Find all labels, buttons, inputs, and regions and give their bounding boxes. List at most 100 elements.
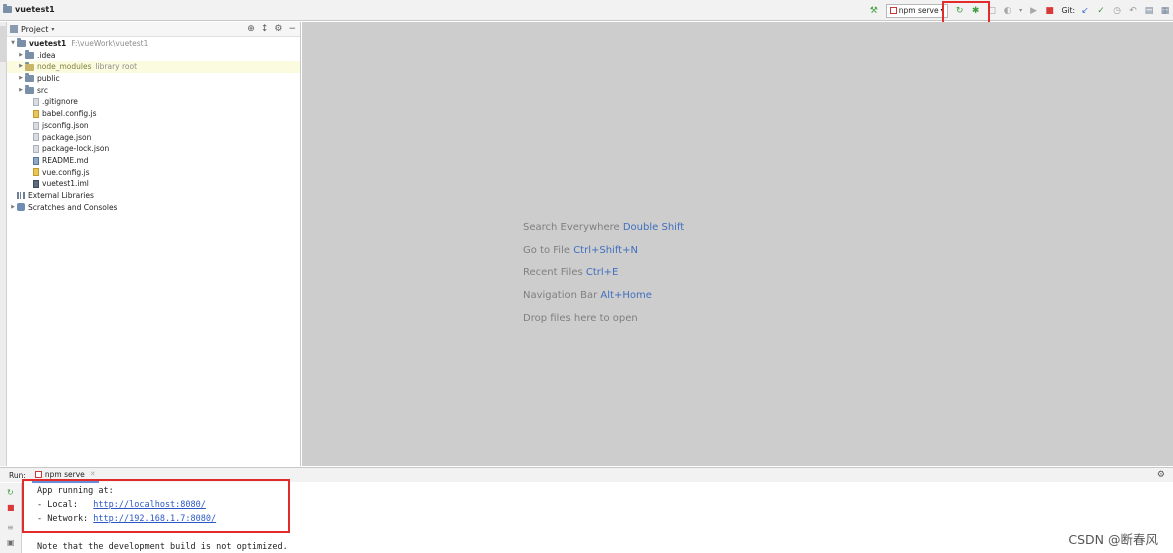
tree-item-package-lock[interactable]: package-lock.json: [7, 143, 300, 155]
network-label: - Network:: [37, 514, 94, 524]
hint-shortcut: Alt+Home: [600, 290, 652, 301]
local-url-link[interactable]: http://localhost:8080/: [93, 500, 206, 510]
coverage-icon[interactable]: ◐: [1001, 4, 1015, 18]
collapse-all-icon[interactable]: ↕: [261, 24, 269, 34]
hint-text: Navigation Bar: [523, 290, 598, 301]
library-root-note: library root: [95, 62, 138, 72]
trash-icon[interactable]: ▣: [7, 538, 15, 548]
project-panel: Project ▾ ⊕ ↕ ⚙ − ▼ vuetest1 F:\vueWork\…: [7, 22, 301, 466]
run-configuration-select[interactable]: npm serve ▾: [885, 3, 948, 18]
git-history-icon[interactable]: ◷: [1110, 4, 1124, 18]
more-run-options-icon[interactable]: ▾: [1017, 4, 1025, 18]
tree-item-iml[interactable]: vuetest1.iml: [7, 178, 300, 190]
tree-item-babel-config[interactable]: babel.config.js: [7, 108, 300, 120]
gear-icon[interactable]: ⚙: [1157, 470, 1165, 480]
tree-root-name: vuetest1: [29, 39, 67, 48]
hint-navigation-bar: Navigation Bar Alt+Home: [523, 290, 652, 301]
hint-text: Search Everywhere: [523, 222, 620, 233]
folder-icon: [25, 73, 34, 83]
hide-minus-icon[interactable]: −: [288, 24, 296, 34]
folder-icon: [25, 85, 34, 95]
close-icon[interactable]: ✕: [90, 470, 96, 478]
tree-item-scratches[interactable]: ▶ Scratches and Consoles: [7, 202, 300, 214]
locate-target-icon[interactable]: ⊕: [247, 24, 255, 34]
tree-item-label: README.md: [42, 155, 89, 165]
tree-item-vue-config[interactable]: vue.config.js: [7, 167, 300, 179]
tree-item-jsconfig[interactable]: jsconfig.json: [7, 120, 300, 132]
hint-shortcut: Ctrl+Shift+N: [573, 245, 638, 256]
tree-item-label: Scratches and Consoles: [28, 202, 118, 212]
tree-item-label: External Libraries: [28, 190, 94, 200]
hint-search-everywhere: Search Everywhere Double Shift: [523, 222, 684, 233]
chevron-right-icon[interactable]: ▶: [17, 85, 25, 97]
tree-item-external-libraries[interactable]: External Libraries: [7, 190, 300, 202]
library-icon: [17, 192, 25, 200]
stop-red-icon[interactable]: ■: [7, 503, 15, 513]
breadcrumb[interactable]: vuetest1: [3, 4, 55, 14]
run-side-toolbar: ↻ ■ ≡ ▣: [0, 483, 22, 553]
tree-item-package-json[interactable]: package.json: [7, 132, 300, 144]
git-commit-check-icon[interactable]: ✓: [1094, 4, 1108, 18]
chevron-right-icon[interactable]: ▶: [17, 50, 25, 62]
chevron-down-icon: ▾: [51, 25, 55, 33]
hint-text: Recent Files: [523, 267, 583, 278]
tree-item-label: package-lock.json: [42, 144, 110, 154]
tree-item-idea[interactable]: ▶ .idea: [7, 50, 300, 62]
folder-icon: [17, 38, 26, 48]
tree-item-src[interactable]: ▶ src: [7, 85, 300, 97]
hint-text: Drop files here to open: [523, 313, 638, 324]
markdown-file-icon: [33, 156, 39, 165]
debug-bug-icon[interactable]: ✱: [969, 4, 983, 18]
run-tool-header: Run: npm serve ✕ ⚙: [0, 467, 1173, 483]
project-tree: ▼ vuetest1 F:\vueWork\vuetest1 ▶ .idea ▶…: [7, 38, 300, 213]
module-file-icon: [33, 180, 39, 189]
project-folder-icon: [3, 4, 12, 13]
tree-item-label: src: [37, 85, 48, 95]
folder-icon: [25, 50, 34, 60]
project-structure-icon[interactable]: ▤: [1142, 4, 1156, 18]
npm-icon: [34, 470, 42, 478]
tree-item-node-modules[interactable]: ▶ node_modules library root: [7, 61, 300, 74]
tab-npm-serve[interactable]: npm serve ✕: [31, 468, 99, 483]
tree-item-label: .gitignore: [42, 97, 78, 107]
tree-item-label: babel.config.js: [42, 109, 97, 119]
hint-shortcut: Double Shift: [622, 222, 685, 233]
npm-icon: [889, 7, 897, 14]
git-update-icon[interactable]: ↙: [1078, 4, 1092, 18]
watermark: CSDN @断春风: [1068, 532, 1158, 547]
tree-item-root[interactable]: ▼ vuetest1 F:\vueWork\vuetest1: [7, 38, 300, 50]
stop-icon[interactable]: □: [985, 4, 999, 18]
tree-item-gitignore[interactable]: .gitignore: [7, 96, 300, 108]
network-url-link[interactable]: http://192.168.1.7:8080/: [93, 514, 216, 524]
local-label: - Local:: [37, 500, 94, 510]
build-hammer-icon[interactable]: ⚒: [867, 4, 881, 18]
hint-go-to-file: Go to File Ctrl+Shift+N: [523, 245, 638, 256]
tree-item-readme[interactable]: README.md: [7, 155, 300, 167]
json-file-icon: [33, 133, 39, 142]
left-tool-strip: [0, 22, 7, 466]
structure-tool-tab[interactable]: [0, 76, 7, 116]
chevron-right-icon[interactable]: ▶: [17, 73, 25, 85]
project-panel-title: Project: [21, 24, 49, 34]
project-view-icon: [10, 25, 18, 33]
project-tool-tab[interactable]: [0, 26, 7, 62]
layout-icon[interactable]: ▦: [1158, 4, 1172, 18]
rerun-icon[interactable]: ↻: [953, 4, 967, 18]
chevron-down-icon[interactable]: ▼: [9, 38, 17, 50]
js-file-icon: [33, 168, 39, 177]
run-play-icon[interactable]: ▶: [1027, 4, 1041, 18]
editor-area[interactable]: Search Everywhere Double Shift Go to Fil…: [302, 22, 1173, 466]
tree-item-label: node_modules: [37, 62, 92, 72]
hint-drop-files: Drop files here to open: [523, 313, 638, 324]
git-rollback-icon[interactable]: ↶: [1126, 4, 1140, 18]
run-console[interactable]: App running at: - Local: http://localhos…: [23, 483, 1173, 553]
tree-item-label: public: [37, 74, 60, 84]
stop-red-icon[interactable]: ■: [1043, 4, 1057, 18]
chevron-right-icon[interactable]: ▶: [9, 202, 17, 214]
restore-layout-icon[interactable]: ≡: [7, 523, 14, 533]
chevron-right-icon[interactable]: ▶: [17, 61, 25, 73]
tree-item-public[interactable]: ▶ public: [7, 73, 300, 85]
rerun-icon[interactable]: ↻: [7, 488, 14, 498]
gear-icon[interactable]: ⚙: [274, 24, 282, 34]
project-panel-header[interactable]: Project ▾ ⊕ ↕ ⚙ −: [7, 22, 300, 37]
